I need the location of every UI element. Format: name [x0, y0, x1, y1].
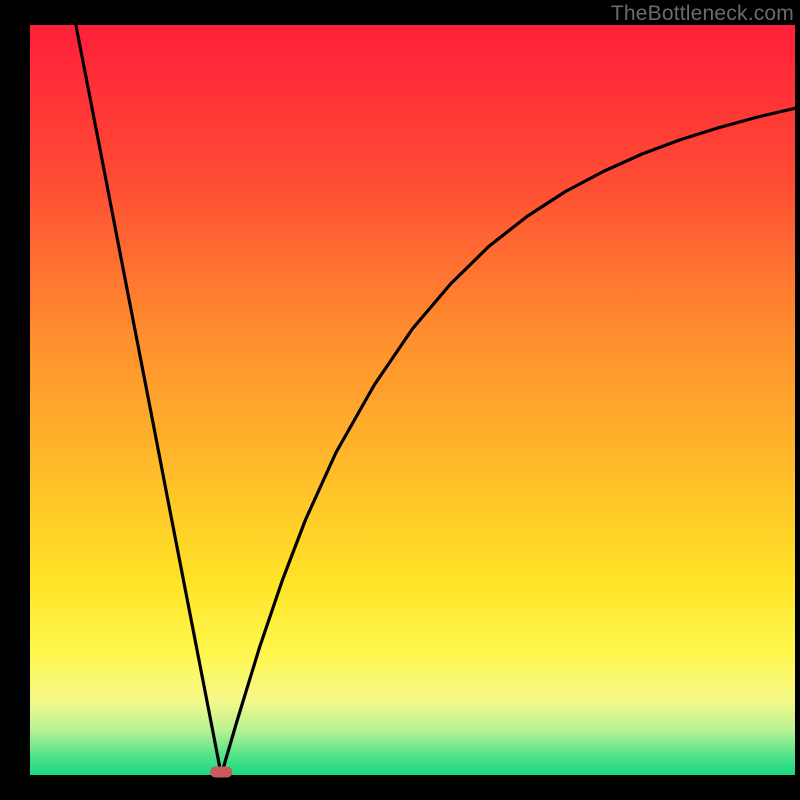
bottleneck-chart: TheBottleneck.com	[0, 0, 800, 800]
watermark-text: TheBottleneck.com	[611, 2, 794, 26]
plot-background	[30, 25, 795, 775]
optimal-marker	[210, 767, 232, 778]
chart-canvas	[0, 0, 800, 800]
